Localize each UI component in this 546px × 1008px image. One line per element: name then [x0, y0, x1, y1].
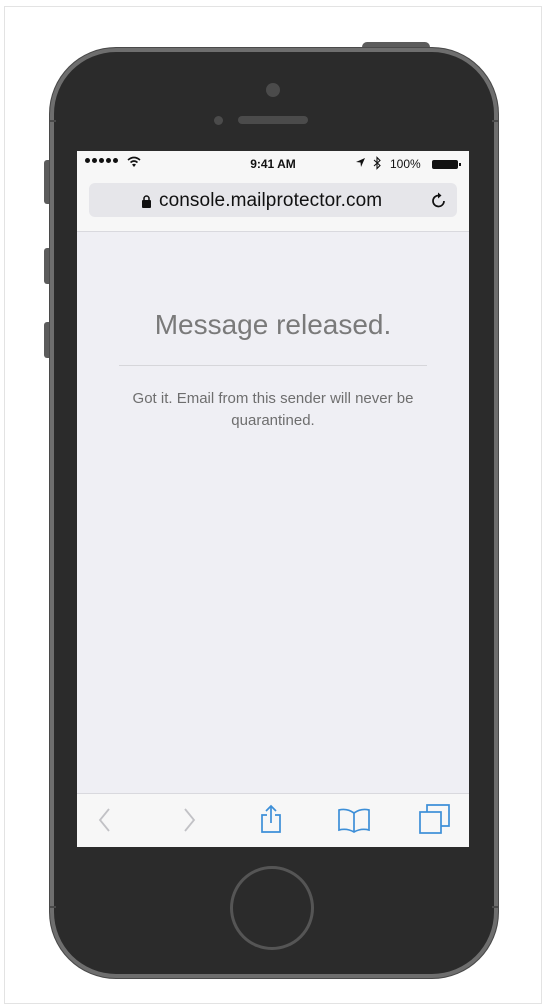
- location-arrow-icon: [356, 158, 365, 167]
- forward-icon[interactable]: [181, 806, 197, 834]
- url-text: console.mailprotector.com: [159, 190, 383, 211]
- lock-icon: [142, 195, 151, 208]
- title-divider: [119, 365, 427, 366]
- back-icon[interactable]: [97, 806, 113, 834]
- proximity-sensor: [214, 116, 223, 125]
- share-icon[interactable]: [259, 804, 283, 834]
- phone-screen: 9:41 AM 100% console.mailprotector.com M…: [77, 151, 469, 847]
- bluetooth-icon: [373, 156, 381, 170]
- front-camera: [266, 83, 280, 97]
- battery-percentage: 100%: [390, 157, 421, 171]
- status-bar: 9:41 AM 100%: [77, 151, 469, 177]
- safari-toolbar: [77, 793, 469, 847]
- address-bar[interactable]: console.mailprotector.com: [89, 183, 457, 217]
- battery-icon: [432, 160, 461, 169]
- bookmarks-icon[interactable]: [337, 807, 371, 833]
- tabs-icon[interactable]: [419, 804, 451, 834]
- confirmation-message: Got it. Email from this sender will neve…: [132, 390, 414, 429]
- page-title: Message released.: [154, 309, 392, 340]
- reload-icon[interactable]: [431, 191, 447, 209]
- earpiece-speaker: [238, 116, 308, 124]
- safari-header: 9:41 AM 100% console.mailprotector.com: [77, 151, 469, 232]
- home-button[interactable]: [230, 866, 314, 950]
